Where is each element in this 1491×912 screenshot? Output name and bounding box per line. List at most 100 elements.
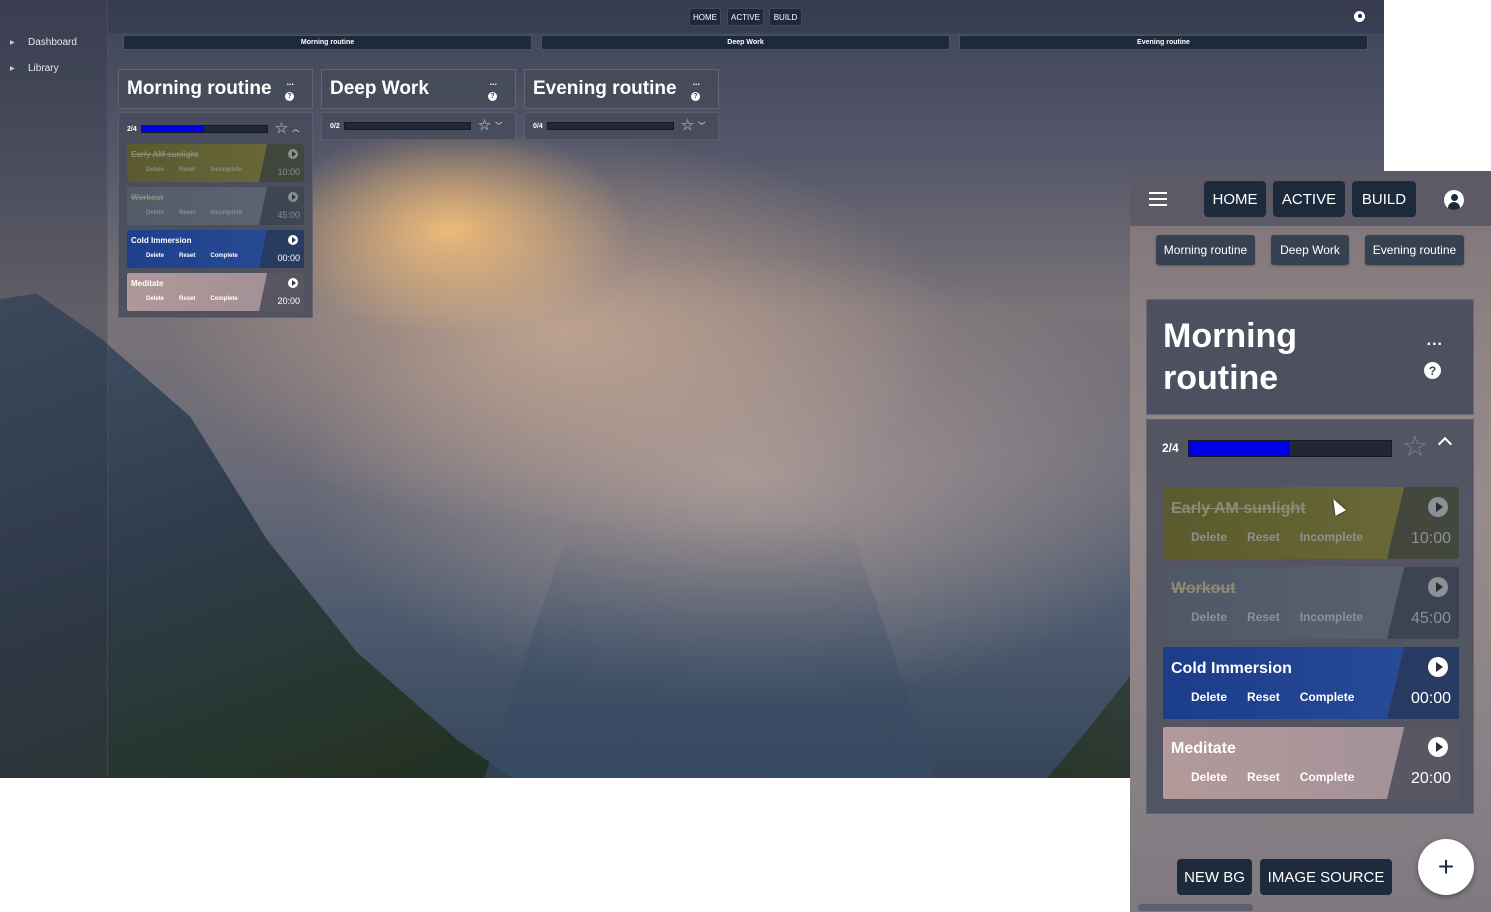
more-options-icon[interactable]: ...	[489, 78, 497, 87]
reset-button[interactable]: Reset	[1247, 770, 1280, 784]
reset-button[interactable]: Reset	[179, 296, 195, 302]
reset-button[interactable]: Reset	[179, 253, 195, 259]
task-side-panel	[1387, 647, 1459, 719]
progress-bar-fill	[1189, 441, 1290, 456]
active-button[interactable]: ACTIVE	[1273, 181, 1345, 217]
more-options-icon[interactable]: ...	[286, 78, 294, 87]
horizontal-scrollbar[interactable]	[1138, 904, 1253, 911]
task-time: 45:00	[1410, 610, 1451, 627]
chevron-down-icon[interactable]: ﹀	[698, 121, 705, 131]
routine-title: Deep Work	[330, 78, 429, 99]
routine-card-header: Deep Work ... ?	[321, 69, 516, 109]
task-actions: Delete Reset Incomplete	[1191, 610, 1363, 624]
play-icon[interactable]	[288, 278, 298, 288]
chevron-down-icon[interactable]: ﹀	[495, 121, 502, 131]
complete-button[interactable]: Complete	[210, 253, 237, 259]
reset-button[interactable]: Reset	[1247, 690, 1280, 704]
progress-row: 0/4 ☆ ﹀	[533, 116, 710, 136]
active-button[interactable]: ACTIVE	[727, 8, 764, 26]
task-actions: Delete Reset Complete	[1191, 770, 1354, 784]
complete-button[interactable]: Complete	[1300, 690, 1355, 704]
chevron-up-icon[interactable]	[1437, 436, 1453, 452]
task-item: Workout Delete Reset Incomplete 45:00	[127, 187, 304, 225]
task-item: Meditate Delete Reset Complete 20:00	[127, 273, 304, 311]
chevron-up-icon[interactable]: ︿	[292, 124, 299, 134]
delete-button[interactable]: Delete	[146, 210, 164, 216]
task-actions: Delete Reset Incomplete	[1191, 530, 1363, 544]
incomplete-button[interactable]: Incomplete	[1300, 530, 1363, 544]
home-button[interactable]: HOME	[1204, 181, 1266, 217]
play-icon[interactable]	[288, 192, 298, 202]
play-icon[interactable]	[1428, 497, 1448, 517]
image-source-button[interactable]: IMAGE SOURCE	[1260, 859, 1392, 895]
tab-evening-routine[interactable]: Evening routine	[1365, 235, 1464, 265]
sidebar-item-library[interactable]: ▶ Library	[10, 63, 59, 74]
mobile-view: HOME ACTIVE BUILD Morning routine Deep W…	[1130, 171, 1491, 912]
tab-morning-routine[interactable]: Morning routine	[1156, 235, 1255, 265]
task-time: 10:00	[1410, 530, 1451, 547]
complete-button[interactable]: Complete	[210, 296, 237, 302]
star-icon[interactable]: ☆	[1402, 433, 1428, 462]
new-bg-button[interactable]: NEW BG	[1177, 859, 1252, 895]
help-icon[interactable]: ?	[1424, 362, 1441, 379]
play-icon[interactable]	[1428, 737, 1448, 757]
progress-bar	[1188, 440, 1392, 457]
delete-button[interactable]: Delete	[1191, 530, 1227, 544]
tab-deep-work[interactable]: Deep Work	[1271, 235, 1349, 265]
delete-button[interactable]: Delete	[146, 296, 164, 302]
play-icon[interactable]	[288, 235, 298, 245]
more-options-icon[interactable]: ...	[1427, 333, 1443, 349]
incomplete-button[interactable]: Incomplete	[210, 167, 242, 173]
routine-card-header: Morning routine ... ?	[118, 69, 313, 109]
play-icon[interactable]	[1428, 577, 1448, 597]
routine-title: Evening routine	[533, 78, 677, 99]
help-icon[interactable]: ?	[488, 92, 497, 101]
complete-button[interactable]: Complete	[1300, 770, 1355, 784]
user-icon[interactable]	[1354, 11, 1365, 22]
task-time: 20:00	[277, 296, 300, 306]
delete-button[interactable]: Delete	[1191, 610, 1227, 624]
task-name: Meditate	[131, 279, 164, 288]
incomplete-button[interactable]: Incomplete	[1300, 610, 1363, 624]
tab-evening-routine[interactable]: Evening routine	[959, 35, 1368, 50]
hamburger-icon[interactable]	[1149, 192, 1167, 206]
routine-card-body: 0/4 ☆ ﹀	[524, 112, 719, 140]
incomplete-button[interactable]: Incomplete	[210, 210, 242, 216]
task-item: Cold Immersion Delete Reset Complete 00:…	[127, 230, 304, 268]
task-name: Cold Immersion	[131, 236, 192, 245]
build-button[interactable]: BUILD	[1352, 181, 1416, 217]
delete-button[interactable]: Delete	[1191, 770, 1227, 784]
play-icon[interactable]	[288, 149, 298, 159]
delete-button[interactable]: Delete	[1191, 690, 1227, 704]
expand-arrow-icon: ▶	[10, 39, 15, 46]
task-item: Early AM sunlight Delete Reset Incomplet…	[127, 144, 304, 182]
task-actions: Delete Reset Complete	[146, 253, 238, 259]
tab-deep-work[interactable]: Deep Work	[541, 35, 950, 50]
delete-button[interactable]: Delete	[146, 167, 164, 173]
reset-button[interactable]: Reset	[1247, 610, 1280, 624]
play-icon[interactable]	[1428, 657, 1448, 677]
add-button[interactable]: +	[1418, 839, 1474, 895]
sidebar-item-dashboard[interactable]: ▶ Dashboard	[10, 37, 77, 48]
help-icon[interactable]: ?	[691, 92, 700, 101]
help-icon[interactable]: ?	[285, 92, 294, 101]
reset-button[interactable]: Reset	[1247, 530, 1280, 544]
progress-bar	[343, 122, 471, 130]
task-name: Early AM sunlight	[1171, 500, 1306, 517]
task-name: Workout	[131, 193, 164, 202]
home-button[interactable]: HOME	[689, 8, 721, 26]
task-actions: Delete Reset Complete	[146, 296, 238, 302]
build-button[interactable]: BUILD	[769, 8, 802, 26]
user-icon[interactable]	[1444, 190, 1464, 210]
reset-button[interactable]: Reset	[179, 167, 195, 173]
star-icon[interactable]: ☆	[275, 121, 288, 136]
more-options-icon[interactable]: ...	[692, 78, 700, 87]
task-item: Early AM sunlight Delete Reset Incomplet…	[1163, 487, 1459, 559]
task-side-panel	[1387, 727, 1459, 799]
task-name: Early AM sunlight	[131, 150, 199, 159]
reset-button[interactable]: Reset	[179, 210, 195, 216]
tab-morning-routine[interactable]: Morning routine	[123, 35, 532, 50]
delete-button[interactable]: Delete	[146, 253, 164, 259]
star-icon[interactable]: ☆	[681, 118, 694, 133]
star-icon[interactable]: ☆	[478, 118, 491, 133]
